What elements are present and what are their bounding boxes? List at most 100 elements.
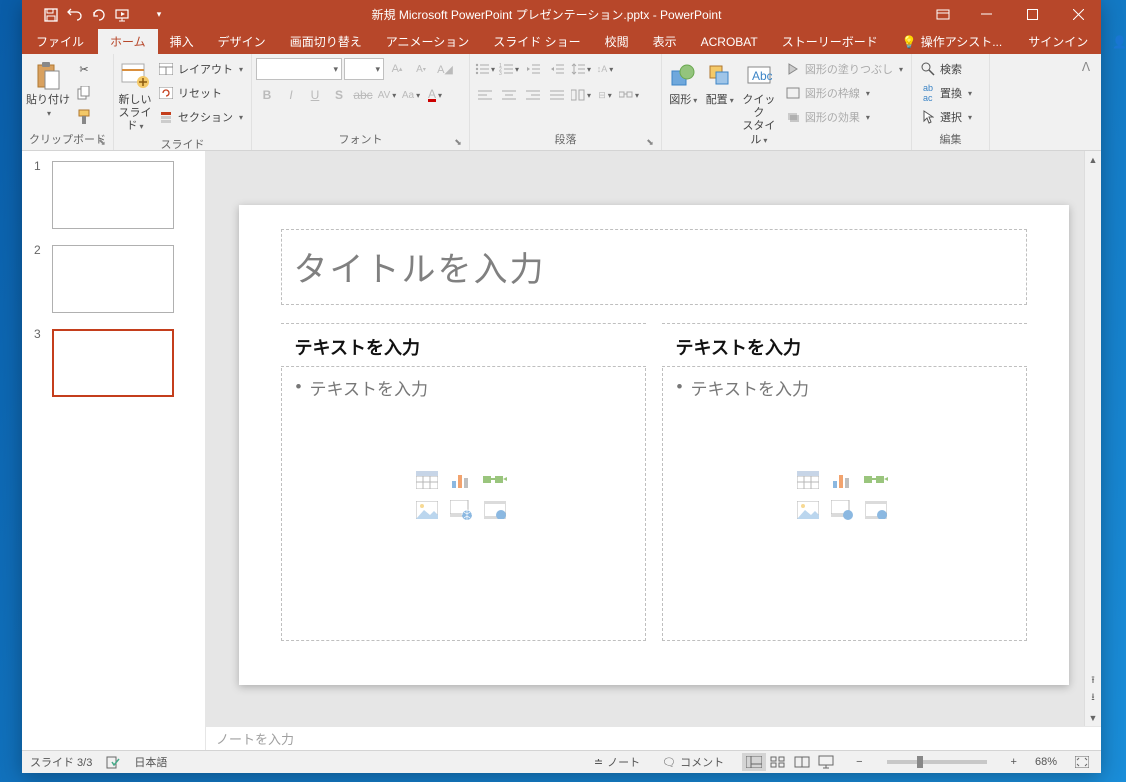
comments-toggle-button[interactable]: 🗨コメント bbox=[658, 754, 728, 770]
language-indicator[interactable]: 日本語 bbox=[134, 754, 167, 770]
replace-button[interactable]: abac置換▾ bbox=[916, 82, 976, 104]
maximize-button[interactable] bbox=[1009, 0, 1055, 29]
close-button[interactable] bbox=[1055, 0, 1101, 29]
decrease-indent-button[interactable] bbox=[522, 58, 544, 80]
char-spacing-button[interactable]: AV▾ bbox=[376, 84, 398, 106]
share-button[interactable]: 👤共有 bbox=[1102, 29, 1126, 54]
slide-sorter-view-button[interactable] bbox=[766, 753, 790, 771]
save-button[interactable] bbox=[40, 4, 62, 26]
notes-toggle-button[interactable]: ≐ノート bbox=[590, 754, 644, 770]
tab-animations[interactable]: アニメーション bbox=[374, 29, 482, 54]
find-button[interactable]: 検索 bbox=[916, 58, 976, 80]
numbering-button[interactable]: 123▾ bbox=[498, 58, 520, 80]
align-left-button[interactable] bbox=[474, 84, 496, 106]
spellcheck-icon[interactable] bbox=[106, 755, 120, 769]
increase-indent-button[interactable] bbox=[546, 58, 568, 80]
slide-indicator[interactable]: スライド 3/3 bbox=[30, 754, 92, 770]
insert-smartart-icon[interactable] bbox=[863, 469, 889, 491]
font-color-button[interactable]: A▾ bbox=[424, 84, 446, 106]
insert-smartart-icon[interactable] bbox=[482, 469, 508, 491]
collapse-ribbon-button[interactable]: ᐱ bbox=[1075, 56, 1097, 78]
insert-picture-icon[interactable] bbox=[795, 499, 821, 521]
qat-customize-button[interactable]: ▾ bbox=[148, 4, 170, 26]
insert-online-picture-icon[interactable] bbox=[829, 499, 855, 521]
ribbon-display-options-button[interactable] bbox=[923, 0, 963, 29]
paste-button[interactable]: 貼り付け▾ bbox=[26, 58, 70, 120]
insert-picture-icon[interactable] bbox=[414, 499, 440, 521]
insert-online-picture-icon[interactable] bbox=[448, 499, 474, 521]
paragraph-dialog-launcher[interactable]: ⬊ bbox=[645, 137, 655, 147]
change-case-button[interactable]: Aa▾ bbox=[400, 84, 422, 106]
cut-button[interactable]: ✂ bbox=[72, 58, 96, 80]
strikethrough-button[interactable]: abc bbox=[352, 84, 374, 106]
zoom-in-button[interactable]: + bbox=[1007, 756, 1021, 768]
minimize-button[interactable] bbox=[963, 0, 1009, 29]
scroll-down-button[interactable]: ▼ bbox=[1085, 709, 1101, 726]
content-placeholder-left[interactable]: テキストを入力 •テキストを入力 bbox=[281, 323, 646, 641]
bullets-button[interactable]: ▾ bbox=[474, 58, 496, 80]
insert-video-icon[interactable] bbox=[863, 499, 889, 521]
clear-formatting-button[interactable]: A◢ bbox=[434, 58, 456, 80]
increase-font-button[interactable]: A▴ bbox=[386, 58, 408, 80]
arrange-button[interactable]: 配置▾ bbox=[702, 58, 736, 107]
tell-me-box[interactable]: 💡操作アシスト... bbox=[890, 29, 1014, 54]
signin-button[interactable]: サインイン bbox=[1014, 29, 1102, 54]
shape-outline-button[interactable]: 図形の枠線▾ bbox=[781, 82, 907, 104]
font-dialog-launcher[interactable]: ⬊ bbox=[453, 137, 463, 147]
underline-button[interactable]: U bbox=[304, 84, 326, 106]
tab-slideshow[interactable]: スライド ショー bbox=[481, 29, 592, 54]
tab-insert[interactable]: 挿入 bbox=[158, 29, 206, 54]
tab-home[interactable]: ホーム bbox=[98, 29, 158, 54]
format-painter-button[interactable] bbox=[72, 106, 96, 128]
shape-fill-button[interactable]: 図形の塗りつぶし▾ bbox=[781, 58, 907, 80]
reset-button[interactable]: リセット bbox=[154, 82, 247, 104]
thumbnail-slide-3[interactable] bbox=[52, 329, 174, 397]
italic-button[interactable]: I bbox=[280, 84, 302, 106]
prev-slide-button[interactable]: ⭱ bbox=[1085, 673, 1101, 690]
line-spacing-button[interactable]: ▾ bbox=[570, 58, 592, 80]
scroll-up-button[interactable]: ▲ bbox=[1085, 151, 1101, 168]
tab-file[interactable]: ファイル bbox=[22, 29, 98, 54]
insert-video-icon[interactable] bbox=[482, 499, 508, 521]
tab-review[interactable]: 校閲 bbox=[593, 29, 641, 54]
fit-to-window-button[interactable] bbox=[1071, 756, 1093, 768]
section-button[interactable]: セクション▾ bbox=[154, 106, 247, 128]
decrease-font-button[interactable]: A▾ bbox=[410, 58, 432, 80]
insert-chart-icon[interactable] bbox=[448, 469, 474, 491]
layout-button[interactable]: レイアウト▾ bbox=[154, 58, 247, 80]
font-size-combo[interactable]: ▾ bbox=[344, 58, 384, 80]
tab-storyboard[interactable]: ストーリーボード bbox=[770, 29, 890, 54]
start-from-beginning-button[interactable] bbox=[112, 4, 134, 26]
zoom-level[interactable]: 68% bbox=[1035, 756, 1057, 768]
tab-view[interactable]: 表示 bbox=[641, 29, 689, 54]
justify-button[interactable] bbox=[546, 84, 568, 106]
normal-view-button[interactable] bbox=[742, 753, 766, 771]
shapes-button[interactable]: 図形▾ bbox=[666, 58, 700, 107]
zoom-out-button[interactable]: − bbox=[852, 756, 866, 768]
undo-button[interactable] bbox=[64, 4, 86, 26]
copy-button[interactable] bbox=[72, 82, 96, 104]
zoom-slider-handle[interactable] bbox=[917, 756, 923, 768]
tab-acrobat[interactable]: ACROBAT bbox=[689, 29, 770, 54]
title-placeholder[interactable]: タイトルを入力 bbox=[281, 229, 1027, 305]
insert-table-icon[interactable] bbox=[414, 469, 440, 491]
content-placeholder-right[interactable]: テキストを入力 •テキストを入力 bbox=[662, 323, 1027, 641]
quick-styles-button[interactable]: Abc クイック スタイル▾ bbox=[739, 58, 779, 147]
columns-button[interactable]: ▾ bbox=[570, 84, 592, 106]
tab-transitions[interactable]: 画面切り替え bbox=[278, 29, 374, 54]
zoom-slider[interactable] bbox=[887, 760, 987, 764]
tab-design[interactable]: デザイン bbox=[206, 29, 278, 54]
vertical-scrollbar[interactable]: ▲ ⭱ ⭳ ▼ bbox=[1084, 151, 1101, 726]
font-name-combo[interactable]: ▾ bbox=[256, 58, 342, 80]
shape-effects-button[interactable]: 図形の効果▾ bbox=[781, 106, 907, 128]
next-slide-button[interactable]: ⭳ bbox=[1085, 690, 1101, 707]
reading-view-button[interactable] bbox=[790, 753, 814, 771]
align-right-button[interactable] bbox=[522, 84, 544, 106]
insert-chart-icon[interactable] bbox=[829, 469, 855, 491]
redo-button[interactable] bbox=[88, 4, 110, 26]
bold-button[interactable]: B bbox=[256, 84, 278, 106]
smartart-button[interactable]: ▾ bbox=[618, 84, 640, 106]
thumbnail-slide-2[interactable] bbox=[52, 245, 174, 313]
thumbnail-slide-1[interactable] bbox=[52, 161, 174, 229]
align-text-button[interactable]: ⊟▾ bbox=[594, 84, 616, 106]
